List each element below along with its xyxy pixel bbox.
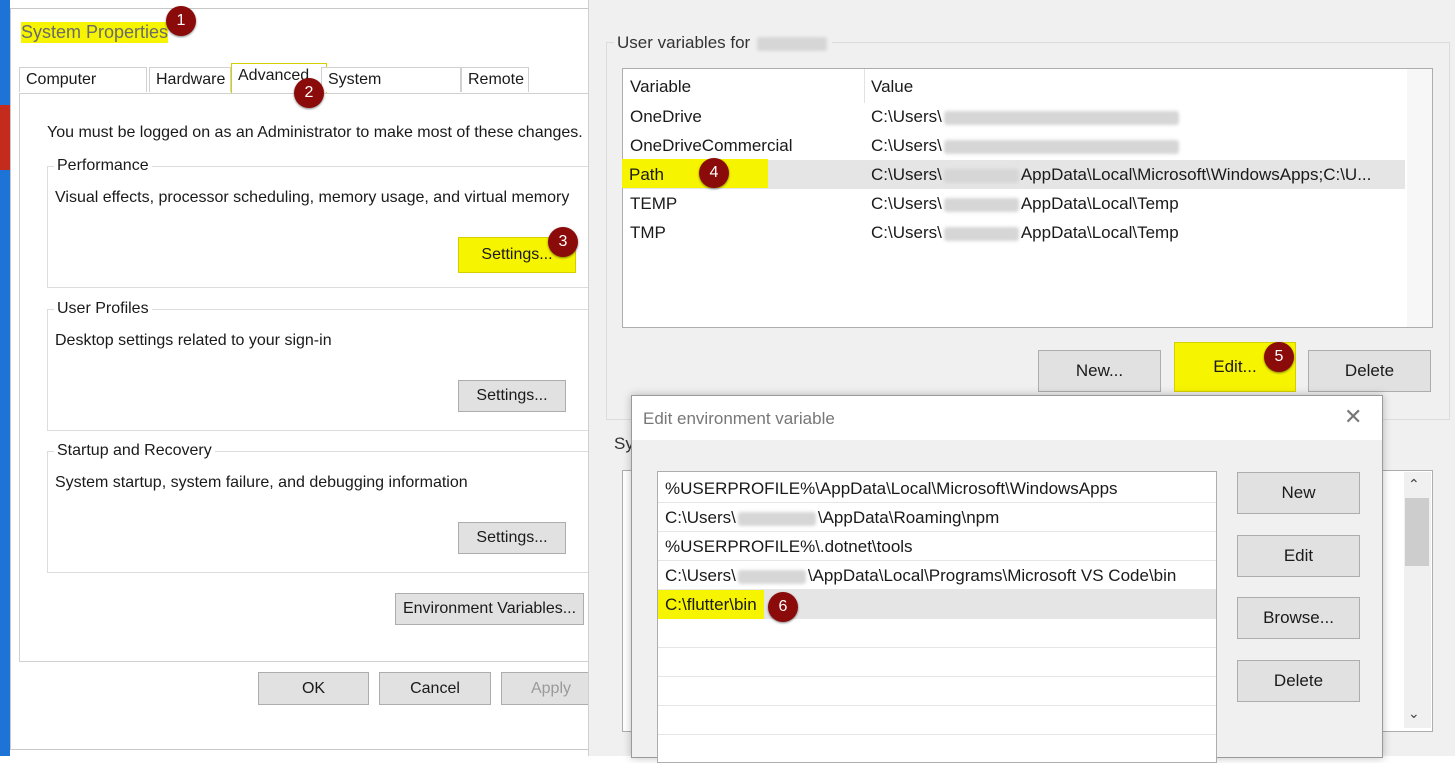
annotation-badge-3: 3 — [548, 227, 578, 257]
annotation-badge-4: 4 — [699, 158, 729, 188]
variable-name: OneDrive — [630, 107, 702, 126]
scrollbar-thumb[interactable] — [1405, 498, 1429, 566]
admin-note: You must be logged on as an Administrato… — [47, 124, 583, 141]
user-profiles-desc: Desktop settings related to your sign-in — [55, 332, 332, 349]
tab-system-protection[interactable]: System Protection — [321, 67, 461, 112]
table-row-onedrivecommercial[interactable]: OneDriveCommercial C:\Users\ — [623, 131, 1405, 160]
variable-value: C:\Users\ AppData\Local\Temp — [871, 223, 1179, 242]
table-row-temp[interactable]: TEMP C:\Users\ AppData\Local\Temp — [623, 189, 1405, 218]
user-profiles-group: User Profiles Desktop settings related t… — [47, 300, 594, 431]
entry-delete-button[interactable]: Delete — [1237, 660, 1360, 702]
user-variables-table[interactable]: Variable Value OneDrive C:\Users\ OneDri… — [622, 68, 1433, 328]
path-highlight-label: Path — [629, 165, 664, 184]
annotation-badge-2: 2 — [294, 78, 324, 108]
list-item-empty[interactable] — [658, 619, 1216, 648]
user-profiles-title: User Profiles — [54, 300, 152, 318]
edit-environment-variable-dialog: Edit environment variable ✕ %USERPROFILE… — [631, 395, 1383, 763]
close-icon[interactable]: ✕ — [1344, 404, 1362, 430]
column-header-value[interactable]: Value — [871, 77, 913, 97]
variable-name: TMP — [630, 223, 666, 242]
variable-value: C:\Users\ — [871, 102, 1181, 131]
redacted-username — [756, 36, 827, 51]
performance-title: Performance — [54, 157, 152, 175]
list-item-selected[interactable]: C:\flutter\bin — [658, 590, 1216, 619]
apply-button[interactable]: Apply — [501, 672, 601, 705]
ok-button[interactable]: OK — [258, 672, 369, 705]
entry-new-button[interactable]: New — [1237, 472, 1360, 514]
scroll-down-icon[interactable]: ⌄ — [1408, 705, 1420, 722]
tab-remote[interactable]: Remote — [461, 67, 529, 92]
startup-settings-button[interactable]: Settings... — [458, 522, 566, 554]
cancel-button[interactable]: Cancel — [379, 672, 491, 705]
path-entries-list[interactable]: %USERPROFILE%\AppData\Local\Microsoft\Wi… — [657, 471, 1217, 763]
annotation-badge-6: 6 — [768, 592, 798, 622]
startup-recovery-group: Startup and Recovery System startup, sys… — [47, 442, 594, 573]
table-row-onedrive[interactable]: OneDrive C:\Users\ — [623, 102, 1405, 131]
variable-value: C:\Users\ AppData\Local\Temp — [871, 194, 1179, 213]
system-properties-window: System Properties Computer Name Hardware… — [10, 8, 601, 750]
table-row-tmp[interactable]: TMP C:\Users\ AppData\Local\Temp — [623, 218, 1405, 247]
user-profiles-settings-button[interactable]: Settings... — [458, 380, 566, 412]
performance-desc: Visual effects, processor scheduling, me… — [55, 189, 570, 206]
column-header-variable[interactable]: Variable — [630, 77, 691, 97]
list-item-empty[interactable] — [658, 706, 1216, 735]
tab-hardware[interactable]: Hardware — [149, 67, 231, 92]
startup-recovery-title: Startup and Recovery — [54, 442, 215, 460]
list-item[interactable]: C:\Users\ \AppData\Roaming\npm — [658, 503, 1216, 532]
list-item-empty[interactable] — [658, 677, 1216, 706]
dialog-title: Edit environment variable — [643, 409, 835, 428]
column-divider — [864, 69, 865, 103]
entry-browse-button[interactable]: Browse... — [1237, 597, 1360, 639]
list-item[interactable]: C:\Users\ \AppData\Local\Programs\Microso… — [658, 561, 1216, 590]
user-new-button[interactable]: New... — [1038, 350, 1161, 392]
user-variables-scrollbar[interactable] — [1407, 69, 1432, 327]
list-item[interactable]: %USERPROFILE%\.dotnet\tools — [658, 532, 1216, 561]
list-item-empty[interactable] — [658, 648, 1216, 677]
list-item[interactable]: %USERPROFILE%\AppData\Local\Microsoft\Wi… — [658, 474, 1216, 503]
advanced-tab-panel: You must be logged on as an Administrato… — [19, 93, 594, 662]
tab-computer-name[interactable]: Computer Name — [19, 67, 147, 112]
user-delete-button[interactable]: Delete — [1308, 350, 1431, 392]
user-variables-label: User variables for — [614, 33, 832, 53]
annotation-badge-1: 1 — [166, 6, 196, 36]
window-title: System Properties — [21, 22, 169, 43]
variable-value: C:\Users\ — [871, 131, 1181, 160]
variable-name: OneDriveCommercial — [630, 136, 793, 155]
performance-group: Performance Visual effects, processor sc… — [47, 157, 594, 288]
annotation-badge-5: 5 — [1264, 342, 1294, 372]
entry-edit-button[interactable]: Edit — [1237, 535, 1360, 577]
scroll-up-icon[interactable]: ⌃ — [1408, 476, 1420, 493]
startup-recovery-desc: System startup, system failure, and debu… — [55, 474, 468, 491]
environment-variables-button[interactable]: Environment Variables... — [395, 593, 584, 625]
variable-name: TEMP — [630, 194, 678, 213]
variable-value: C:\Users\ AppData\Local\Microsoft\Windows… — [871, 165, 1372, 184]
background-window-edge-red — [0, 105, 10, 170]
